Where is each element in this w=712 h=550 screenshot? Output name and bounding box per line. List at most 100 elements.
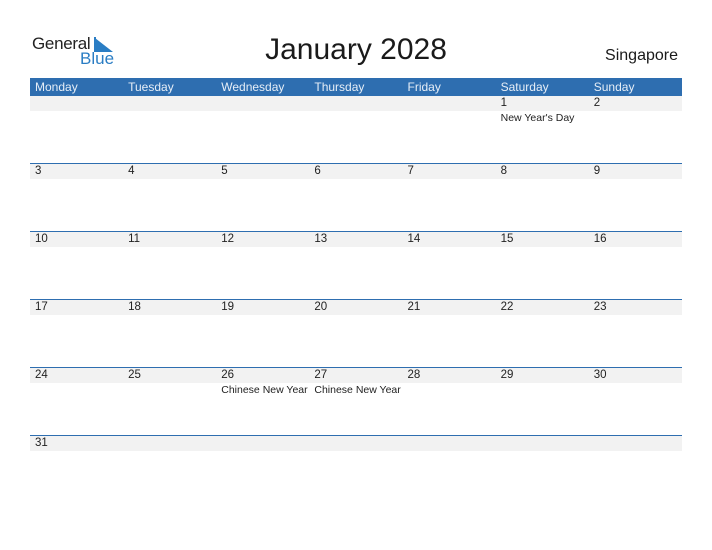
day-cell: 29 <box>496 368 589 397</box>
day-cell: 6 <box>309 164 402 179</box>
day-number <box>221 436 309 451</box>
day-number: 17 <box>35 301 48 313</box>
day-number: 30 <box>593 369 607 381</box>
day-number: 27 <box>314 369 328 381</box>
day-number: 1 <box>500 97 508 109</box>
weekday-wednesday: Wednesday <box>221 80 285 94</box>
day-cell: 16 <box>589 232 682 247</box>
day-cell: 30 <box>589 368 682 397</box>
weekday-saturday: Saturday <box>500 80 549 94</box>
weekday-thursday: Thursday <box>314 80 365 94</box>
holiday-label: New Year's Day <box>500 112 575 124</box>
day-number <box>314 96 402 111</box>
day-number: 24 <box>35 369 48 381</box>
day-cell <box>403 96 496 125</box>
country-label: Singapore <box>605 47 678 64</box>
day-cell: 31 <box>30 436 123 451</box>
day-cell: 23 <box>589 300 682 315</box>
day-cell: 7 <box>403 164 496 179</box>
day-cell: 3 <box>30 164 123 179</box>
day-number: 15 <box>500 233 514 245</box>
day-number <box>221 96 309 111</box>
weekday-header: Monday Tuesday Wednesday Thursday Friday… <box>30 78 682 96</box>
day-number: 6 <box>314 165 321 177</box>
day-cell: 22 <box>496 300 589 315</box>
day-number: 31 <box>35 437 48 449</box>
day-number: 22 <box>500 301 514 313</box>
day-cell: 14 <box>403 232 496 247</box>
day-number: 28 <box>407 369 421 381</box>
day-cell: 25 <box>123 368 216 397</box>
day-cell <box>216 436 309 451</box>
day-number: 8 <box>500 165 508 177</box>
weekday-tuesday: Tuesday <box>128 80 174 94</box>
week-row: 3 4 5 6 7 8 9 <box>30 163 682 231</box>
day-number: 7 <box>407 165 414 177</box>
day-cell: 5 <box>216 164 309 179</box>
week-row: 1 New Year's Day 2 <box>30 96 682 163</box>
day-cell: 10 <box>30 232 123 247</box>
day-number <box>35 96 123 111</box>
day-cell: 9 <box>589 164 682 179</box>
day-number: 25 <box>128 369 141 381</box>
day-cell: 28 <box>403 368 496 397</box>
day-number: 29 <box>500 369 514 381</box>
day-cell: 4 <box>123 164 216 179</box>
day-number: 18 <box>128 301 141 313</box>
day-number <box>408 96 496 111</box>
day-number: 16 <box>593 233 607 245</box>
day-cell: 24 <box>30 368 123 397</box>
day-number <box>594 436 682 451</box>
day-cell: 8 <box>496 164 589 179</box>
week-row: 10 11 12 13 14 15 16 <box>30 231 682 299</box>
day-cell: 2 <box>589 96 682 125</box>
day-cell: 1 New Year's Day <box>496 96 589 125</box>
day-cell: 20 <box>309 300 402 315</box>
day-cell <box>30 96 123 125</box>
day-number: 21 <box>407 301 421 313</box>
day-cell <box>123 96 216 125</box>
day-cell <box>309 96 402 125</box>
day-cell <box>403 436 496 451</box>
holiday-label: Chinese New Year <box>221 384 308 396</box>
day-number: 3 <box>35 165 42 177</box>
day-cell: 21 <box>403 300 496 315</box>
day-number: 26 <box>221 369 235 381</box>
day-number: 9 <box>593 165 601 177</box>
day-number: 5 <box>221 165 228 177</box>
day-number: 11 <box>128 233 141 245</box>
day-number: 2 <box>593 97 601 109</box>
week-row: 24 25 26 Chinese New Year 27 Chinese New Year… <box>30 367 682 435</box>
day-number: 12 <box>221 233 235 245</box>
weekday-monday: Monday <box>35 80 78 94</box>
calendar-grid: Monday Tuesday Wednesday Thursday Friday… <box>30 78 682 503</box>
day-number: 14 <box>407 233 421 245</box>
day-cell <box>216 96 309 125</box>
holiday-label: Chinese New Year <box>314 384 401 396</box>
day-number: 20 <box>314 301 328 313</box>
day-cell: 17 <box>30 300 123 315</box>
day-cell: 15 <box>496 232 589 247</box>
day-number <box>128 96 216 111</box>
day-number: 4 <box>128 165 135 177</box>
day-cell: 27 Chinese New Year <box>309 368 402 397</box>
day-number <box>128 436 216 451</box>
day-cell <box>123 436 216 451</box>
day-cell <box>589 436 682 451</box>
day-cell: 19 <box>216 300 309 315</box>
day-cell: 26 Chinese New Year <box>216 368 309 397</box>
weekday-friday: Friday <box>407 80 441 94</box>
day-cell: 18 <box>123 300 216 315</box>
week-row: 31 <box>30 435 682 503</box>
day-cell: 13 <box>309 232 402 247</box>
day-cell: 12 <box>216 232 309 247</box>
day-cell: 11 <box>123 232 216 247</box>
weekday-sunday: Sunday <box>593 80 635 94</box>
day-number <box>314 436 402 451</box>
day-number <box>408 436 496 451</box>
day-number: 10 <box>35 233 48 245</box>
day-number <box>501 436 589 451</box>
week-row: 17 18 19 20 21 22 23 <box>30 299 682 367</box>
day-cell <box>309 436 402 451</box>
day-number: 13 <box>314 233 328 245</box>
